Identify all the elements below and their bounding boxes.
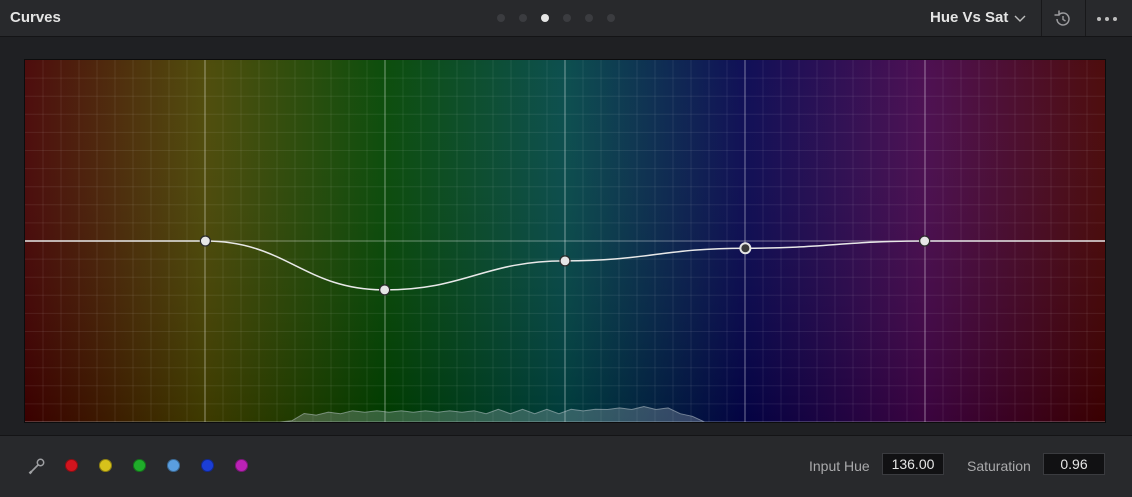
curve-control-point[interactable] <box>919 235 931 247</box>
palette-page-indicator <box>497 14 615 22</box>
page-dot-2[interactable] <box>519 14 527 22</box>
curve-control-point[interactable] <box>739 242 752 255</box>
red-swatch[interactable] <box>65 459 78 472</box>
hue-vs-sat-graph[interactable] <box>24 59 1106 423</box>
panel-title: Curves <box>10 9 61 26</box>
magenta-swatch[interactable] <box>235 459 248 472</box>
page-dot-5[interactable] <box>585 14 593 22</box>
input-hue-label: Input Hue <box>809 458 870 474</box>
page-dot-6[interactable] <box>607 14 615 22</box>
curve-mode-dropdown[interactable]: Hue Vs Sat <box>930 9 1026 26</box>
curve-canvas[interactable] <box>25 60 1105 422</box>
page-dot-1[interactable] <box>497 14 505 22</box>
input-hue-field[interactable]: 136.00 <box>882 453 944 475</box>
curve-control-point[interactable] <box>199 235 211 247</box>
saturation-label: Saturation <box>967 458 1031 474</box>
page-dot-4[interactable] <box>563 14 571 22</box>
yellow-swatch[interactable] <box>99 459 112 472</box>
curve-mode-label: Hue Vs Sat <box>930 9 1009 26</box>
panel-header: Curves Hue Vs Sat <box>0 0 1132 37</box>
header-divider <box>1041 0 1042 36</box>
curve-control-point[interactable] <box>559 255 571 267</box>
blue-swatch[interactable] <box>201 459 214 472</box>
eyedropper-icon[interactable] <box>27 456 47 476</box>
page-dot-3[interactable] <box>541 14 549 22</box>
cyan-swatch[interactable] <box>167 459 180 472</box>
curve-control-point[interactable] <box>379 284 391 296</box>
more-options-icon[interactable] <box>1094 8 1120 30</box>
chevron-down-icon <box>1014 15 1026 22</box>
reset-icon[interactable] <box>1052 8 1074 30</box>
curves-footer: Input Hue 136.00 Saturation 0.96 <box>0 435 1132 497</box>
green-swatch[interactable] <box>133 459 146 472</box>
header-divider <box>1085 0 1086 36</box>
saturation-field[interactable]: 0.96 <box>1043 453 1105 475</box>
curve-editor-area <box>0 37 1132 434</box>
